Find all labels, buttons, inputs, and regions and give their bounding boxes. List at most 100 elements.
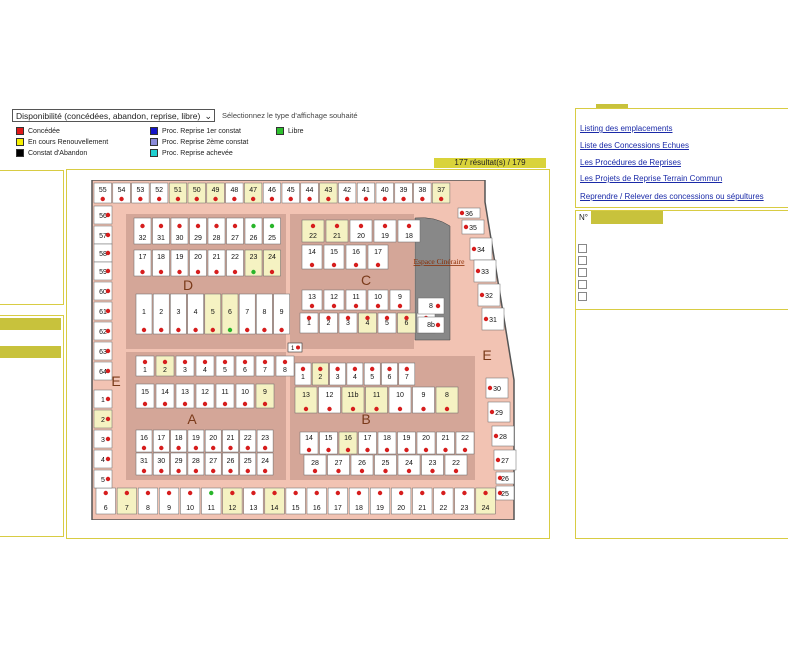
checkbox-5[interactable] bbox=[578, 292, 587, 301]
occupancy-dot bbox=[435, 303, 441, 309]
plot-number: 15 bbox=[330, 249, 338, 256]
plot-number: 19 bbox=[192, 435, 200, 442]
occupancy-dot bbox=[306, 315, 312, 321]
occupancy-dot bbox=[345, 447, 351, 453]
checkbox-4[interactable] bbox=[578, 280, 587, 289]
occupancy-dot bbox=[423, 447, 429, 453]
occupancy-dot bbox=[493, 433, 499, 439]
plot-marker[interactable]: 1 bbox=[287, 342, 303, 353]
plot-number: 25 bbox=[244, 458, 252, 465]
occupancy-dot bbox=[105, 212, 111, 218]
plot-number: 22 bbox=[309, 233, 317, 240]
cinerary-label[interactable]: Espace Cinéraire bbox=[413, 257, 465, 266]
occupancy-dot bbox=[176, 468, 181, 474]
occupancy-dot bbox=[404, 315, 409, 321]
plot-number: 31 bbox=[157, 235, 165, 242]
section-e-left-label: E bbox=[111, 373, 120, 389]
plot-number: 34 bbox=[477, 247, 485, 254]
plot-number: 18 bbox=[157, 254, 165, 261]
occupancy-dot bbox=[214, 269, 219, 275]
checkbox-2[interactable] bbox=[578, 256, 587, 265]
plot-number: 16 bbox=[140, 435, 148, 442]
plot-number: 24 bbox=[405, 460, 413, 467]
occupancy-dot bbox=[326, 315, 331, 321]
plot-number: 24 bbox=[268, 254, 276, 261]
plot-number: 22 bbox=[244, 435, 252, 442]
occupancy-dot bbox=[334, 223, 340, 229]
plot-number: 51 bbox=[174, 187, 182, 194]
plot-number: 28 bbox=[213, 235, 221, 242]
occupancy-dot bbox=[262, 468, 268, 474]
occupancy-dot bbox=[326, 447, 331, 453]
nav-link[interactable]: Liste des Concessions Echues bbox=[580, 141, 689, 150]
nav-link[interactable]: Les Projets de Reprise Terrain Commun bbox=[580, 174, 722, 183]
occupancy-dot bbox=[421, 406, 426, 412]
plot-number: 2 bbox=[327, 320, 331, 327]
plot-number: 17 bbox=[157, 435, 165, 442]
occupancy-dot bbox=[279, 327, 284, 333]
plot-number: 54 bbox=[118, 187, 126, 194]
plot-number: 4 bbox=[203, 367, 207, 374]
occupancy-dot bbox=[105, 476, 111, 482]
plot-number: 22 bbox=[461, 435, 469, 442]
plot-number: 17 bbox=[374, 249, 382, 256]
occupancy-dot bbox=[159, 445, 164, 451]
occupancy-dot bbox=[345, 315, 351, 321]
display-type-select[interactable]: Disponibilité (concédées, abandon, repri… bbox=[12, 109, 215, 122]
plot-number: 4 bbox=[353, 374, 357, 381]
occupancy-dot bbox=[159, 327, 164, 333]
plot-number: 29 bbox=[194, 235, 202, 242]
info-panel bbox=[575, 309, 788, 539]
occupancy-dot bbox=[105, 368, 111, 374]
plot-number: 6 bbox=[388, 374, 392, 381]
plot-number: 19 bbox=[176, 254, 184, 261]
plot-number: 12 bbox=[201, 389, 209, 396]
occupancy-dot bbox=[483, 490, 488, 496]
occupancy-dot bbox=[105, 328, 111, 334]
plot-number: 21 bbox=[418, 505, 426, 512]
legend-label: Concédée bbox=[28, 127, 60, 135]
plot-number: 40 bbox=[381, 187, 389, 194]
checkbox-3[interactable] bbox=[578, 268, 587, 277]
plot-number: 41 bbox=[362, 187, 370, 194]
plot-number: 21 bbox=[442, 435, 450, 442]
plot-number: 16 bbox=[352, 249, 360, 256]
nav-link[interactable]: Reprendre / Relever des concessions ou s… bbox=[580, 192, 764, 201]
plot-number: 17 bbox=[139, 254, 147, 261]
checkbox-1[interactable] bbox=[578, 244, 587, 253]
select-hint: Sélectionnez le type d'affichage souhait… bbox=[222, 111, 358, 120]
nav-link[interactable]: Les Procédures de Reprises bbox=[580, 158, 681, 167]
plot-number: 2 bbox=[159, 309, 163, 316]
plot-number: 26 bbox=[501, 476, 509, 483]
plot-number: 62 bbox=[99, 329, 107, 336]
plot-number: 21 bbox=[213, 254, 221, 261]
number-field[interactable] bbox=[591, 211, 663, 224]
occupancy-dot bbox=[105, 396, 111, 402]
occupancy-dot bbox=[158, 223, 164, 229]
cemetery-map: 55 54 53 52 51 50 49 48 47 46 45 44 43 42 41 40 39 38 3732… bbox=[91, 180, 517, 520]
plot-number: 10 bbox=[241, 389, 249, 396]
occupancy-dot bbox=[251, 223, 256, 229]
occupancy-dot bbox=[195, 269, 201, 275]
occupancy-dot bbox=[443, 447, 448, 453]
nav-link[interactable]: Listing des emplacements bbox=[580, 124, 673, 133]
occupancy-dot bbox=[350, 406, 356, 412]
plot-number: 31 bbox=[140, 458, 148, 465]
plot-number: 15 bbox=[141, 389, 149, 396]
occupancy-dot bbox=[483, 316, 489, 322]
left-panel-top bbox=[0, 170, 64, 305]
plot-number: 35 bbox=[469, 225, 477, 232]
occupancy-dot bbox=[356, 490, 362, 496]
plot-number: 12 bbox=[228, 505, 236, 512]
occupancy-dot bbox=[487, 385, 493, 391]
occupancy-dot bbox=[209, 490, 214, 496]
plot-number: 13 bbox=[302, 392, 310, 399]
plot-number: 38 bbox=[418, 187, 426, 194]
plot-number: 16 bbox=[313, 505, 321, 512]
occupancy-dot bbox=[105, 416, 111, 422]
plot-number: 6 bbox=[104, 505, 108, 512]
occupancy-dot bbox=[331, 262, 337, 268]
occupancy-dot bbox=[176, 327, 181, 333]
occupancy-dot bbox=[363, 196, 369, 202]
occupancy-dot bbox=[210, 327, 215, 333]
